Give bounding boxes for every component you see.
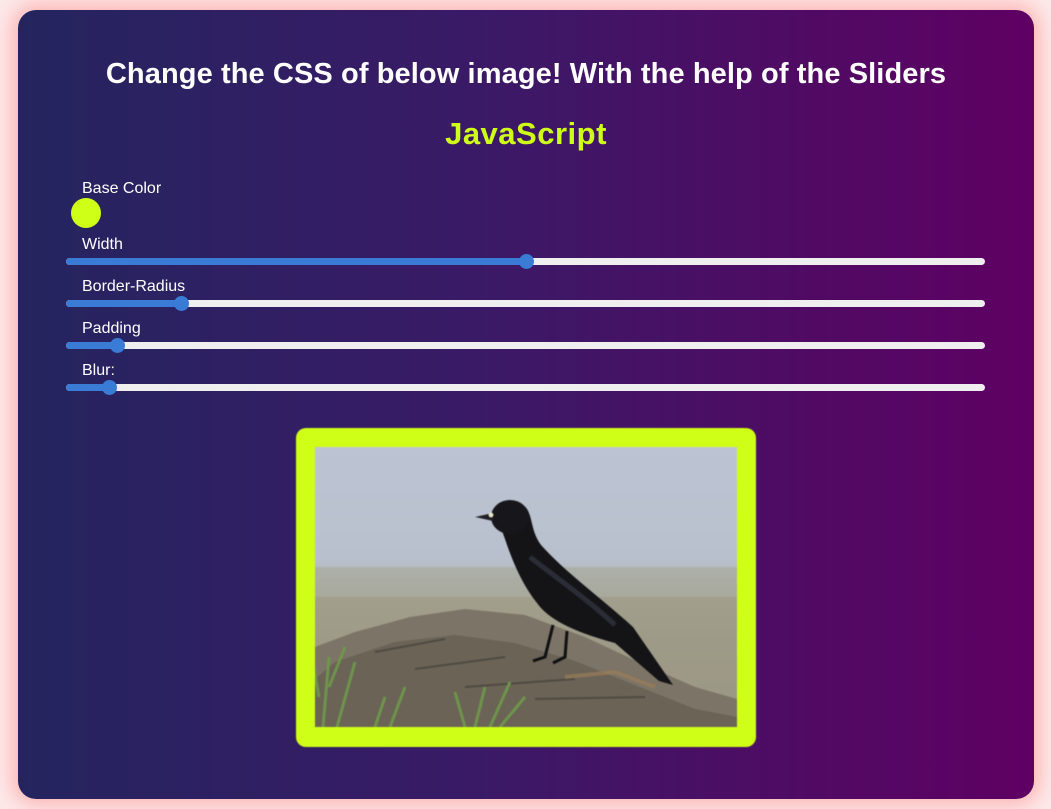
blur-slider[interactable] <box>66 380 985 395</box>
blur-label: Blur: <box>82 362 115 379</box>
border-radius-slider-thumb[interactable] <box>173 296 189 311</box>
page-subtitle: JavaScript <box>445 116 607 151</box>
page-title: Change the CSS of below image! With the … <box>105 58 947 90</box>
padding-label: Padding <box>82 320 141 337</box>
padding-slider-thumb[interactable] <box>109 338 125 353</box>
border-radius-slider-fill <box>66 300 181 307</box>
blackbird-illustration <box>315 500 737 727</box>
padding-slider-fill <box>66 342 117 349</box>
base-color-picker[interactable] <box>71 198 101 228</box>
width-slider-fill <box>66 258 526 265</box>
width-slider-thumb[interactable] <box>518 254 534 269</box>
bird-image <box>315 447 737 727</box>
padding-slider[interactable] <box>66 338 985 353</box>
base-color-label: Base Color <box>82 180 162 197</box>
border-radius-label: Border-Radius <box>82 278 186 295</box>
image-frame <box>296 428 756 747</box>
width-label: Width <box>82 236 123 253</box>
blur-slider-thumb[interactable] <box>102 380 118 395</box>
border-radius-slider[interactable] <box>66 296 985 311</box>
width-slider[interactable] <box>66 254 985 269</box>
main-card: Change the CSS of below image! With the … <box>18 10 1034 799</box>
